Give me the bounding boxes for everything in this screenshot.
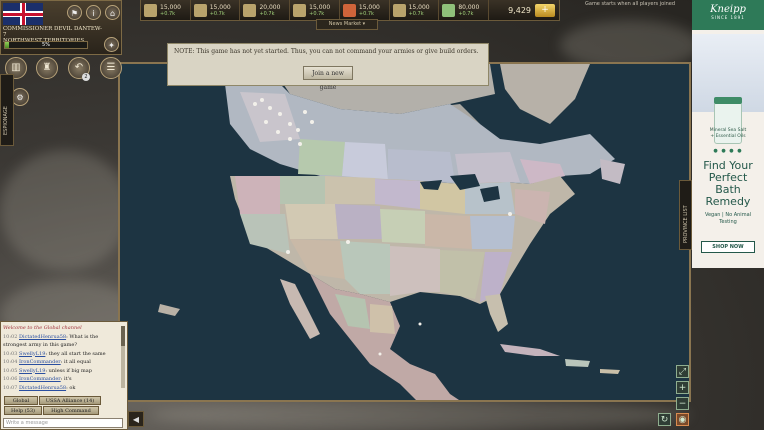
refresh-icon[interactable]: ↻: [658, 413, 671, 426]
join-new-game-button[interactable]: Join a new game: [303, 66, 353, 91]
ad-headline: Find Your Perfect Bath Remedy: [703, 159, 753, 208]
chat-user-link[interactable]: SwellyL19: [19, 368, 45, 374]
player-panel: ⚑ i ⌂ COMMISSIONER DEVIL DANTEW-7 NORTHW…: [0, 0, 122, 55]
news-market-tab[interactable]: News Market ▾: [316, 19, 378, 30]
uk-flag-icon[interactable]: [3, 3, 43, 25]
game-not-started-notice: NOTE: This game has not yet started. Thu…: [167, 43, 489, 91]
resource-manpower[interactable]: 15,000 +0.7k: [390, 0, 440, 20]
resource-supplies[interactable]: 15,000 +0.7k: [141, 0, 191, 20]
fuel-icon: [243, 3, 257, 17]
notification-badge: 2: [82, 73, 90, 81]
ad-subtitle: Mineral Sea Salt + Essential Oils: [709, 128, 747, 139]
chat-message: 10:03 SwellyL19: they all start the same: [3, 350, 106, 357]
army-icon[interactable]: ♜: [36, 57, 58, 79]
chat-message: 10:07 DictatedHenrua58: ok: [3, 384, 76, 391]
components-icon: [193, 3, 207, 17]
chat-tab-high-command[interactable]: High Command: [43, 406, 99, 415]
resource-electronics[interactable]: 15,000 +0.7k: [290, 0, 340, 20]
diplomacy-icon[interactable]: ☰: [100, 57, 122, 79]
progress-bar: 5%: [4, 41, 88, 49]
chat-user-link[interactable]: DictatedHenrua58: [19, 334, 66, 340]
supplies-icon: [144, 3, 157, 17]
chat-user-link[interactable]: IronCommander: [19, 359, 61, 365]
resource-fuel[interactable]: 20,000 +0.7k: [240, 0, 291, 20]
home-icon[interactable]: ⌂: [105, 5, 120, 20]
chat-message: 10:05 SwellyL19: unless if big map: [3, 367, 92, 374]
chat-tab-global[interactable]: Global: [4, 396, 38, 405]
resource-money[interactable]: 80,000 +0.7k: [439, 0, 490, 20]
electronics-icon: [293, 3, 307, 17]
zoom-in-icon[interactable]: +: [676, 381, 689, 394]
resource-rare-materials[interactable]: 15,000 +0.7k: [340, 0, 390, 20]
advertisement[interactable]: Kneipp SINCE 1891 Mineral Sea Salt + Ess…: [692, 0, 764, 268]
ad-header: Kneipp SINCE 1891: [692, 0, 764, 30]
chat-panel: Welcome to the Global channel 10:02 Dict…: [0, 321, 128, 430]
chat-messages: Welcome to the Global channel 10:02 Dict…: [3, 324, 119, 394]
gold-counter[interactable]: 9,429 +: [488, 0, 558, 20]
chat-message: 10:04 IronCommander: it all equal: [3, 359, 91, 365]
shop-now-button[interactable]: SHOP NOW: [701, 241, 755, 253]
flag-crest-icon[interactable]: ⚑: [67, 5, 82, 20]
ad-product-image: [692, 34, 764, 144]
map-canvas[interactable]: [120, 64, 691, 402]
chat-message: 10:02 DictatedHenrua58: What is the stro…: [3, 333, 99, 349]
chat-message-input[interactable]: Write a message: [3, 418, 123, 428]
gold-bar-icon: +: [535, 3, 555, 17]
province-list-tab[interactable]: PROVINCE LIST: [679, 180, 692, 250]
chat-scrollbar[interactable]: [121, 326, 125, 388]
carousel-dots-icon[interactable]: ● ● ● ●: [692, 148, 764, 154]
chat-tab-alliance[interactable]: USSA Alliance (14): [39, 396, 101, 405]
fullscreen-icon[interactable]: ⤢: [676, 365, 689, 378]
ad-tagline: Vegan | No Animal Testing: [704, 212, 752, 225]
rare-materials-icon: [342, 3, 356, 17]
chat-user-link[interactable]: DictatedHenrua58: [19, 385, 66, 391]
world-map[interactable]: [118, 62, 691, 402]
map-mode-icon[interactable]: ◉: [676, 413, 689, 426]
chat-tab-help[interactable]: Help (53): [4, 406, 42, 415]
cloud-bottom: [150, 400, 690, 430]
espionage-tab[interactable]: ESPIONAGE: [0, 74, 14, 146]
chat-user-link[interactable]: IronCommander: [19, 376, 61, 382]
rank-icon[interactable]: ✦: [104, 37, 119, 52]
chat-user-link[interactable]: SwellyL19: [19, 351, 45, 357]
collapse-chat-arrow-icon[interactable]: ◀: [128, 411, 144, 427]
game-start-note: Game starts when all players joined: [585, 1, 676, 7]
zoom-out-icon[interactable]: −: [676, 397, 689, 410]
manpower-icon: [392, 3, 406, 17]
chat-message: 10:06 IronCommander: it's: [3, 376, 72, 382]
cloud-left: [0, 150, 130, 270]
info-icon[interactable]: i: [86, 5, 101, 20]
money-icon: [442, 3, 456, 17]
resource-components[interactable]: 15,000 +0.7k: [191, 0, 241, 20]
